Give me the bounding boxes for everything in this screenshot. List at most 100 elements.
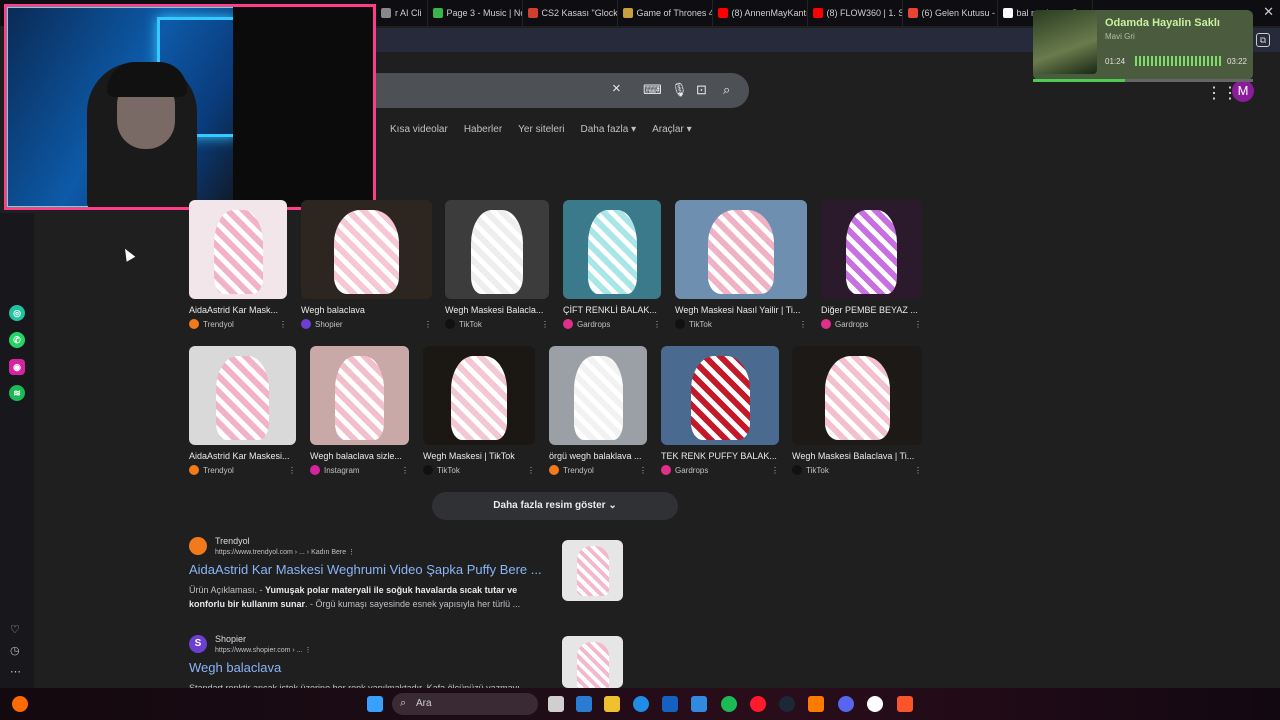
opera-icon[interactable] [750,696,766,712]
more-vert-icon[interactable]: ⋮ [288,466,296,475]
extension-icon[interactable]: ⧉ [1256,33,1270,47]
result-thumbnail[interactable] [562,540,623,601]
image-result[interactable]: TEK RENK PUFFY BALAK... Gardrops ⋮ [661,346,779,475]
image-result[interactable]: ÇİFT RENKLİ BALAK... Gardrops ⋮ [563,200,661,329]
search-icon[interactable]: ⌕ [723,82,730,98]
filter-short-videos[interactable]: Kısa videolar [390,124,448,135]
result-url[interactable]: https://www.shopier.com › ... ⋮ [215,646,311,654]
browser-tab[interactable]: (6) Gelen Kutusu - [903,0,998,26]
image-thumbnail[interactable] [549,346,647,445]
more-vert-icon[interactable]: ⋮ [541,320,549,329]
lens-icon[interactable]: ⊡ [696,82,707,98]
image-title[interactable]: Wegh Maskesi Balacla... [445,305,549,315]
app-icon[interactable] [867,696,883,712]
more-vert-icon[interactable]: ⋮ [424,320,432,329]
history-icon[interactable]: ◷ [10,644,20,657]
search-input[interactable]: × ⌨ 🎙 ⊡ ⌕ [376,73,749,108]
more-vert-icon[interactable]: ⋮ [401,466,409,475]
image-title[interactable]: Diğer PEMBE BEYAZ ... [821,305,922,315]
image-thumbnail[interactable] [675,200,807,299]
image-result[interactable]: AidaAstrid Kar Maskesi... Trendyol ⋮ [189,346,296,475]
image-result[interactable]: örgü wegh balaklava ... Trendyol ⋮ [549,346,647,475]
more-vert-icon[interactable]: ⋮ [771,466,779,475]
browser-tab[interactable]: (8) AnnenMayKantı [713,0,808,26]
more-vert-icon[interactable]: ⋮ [639,466,647,475]
image-result[interactable]: AidaAstrid Kar Mask... Trendyol ⋮ [189,200,287,329]
more-vert-icon[interactable]: ⋮ [653,320,661,329]
image-source: Trendyol ⋮ [189,319,287,329]
store-icon[interactable] [662,696,678,712]
image-thumbnail[interactable] [792,346,922,445]
image-thumbnail[interactable] [301,200,432,299]
image-title[interactable]: Wegh Maskesi | TikTok [423,451,535,461]
image-title[interactable]: AidaAstrid Kar Mask... [189,305,287,315]
image-title[interactable]: Wegh Maskesi Balaclava | Ti... [792,451,922,461]
image-title[interactable]: Wegh balaclava sizle... [310,451,409,461]
widgets-icon[interactable] [576,696,592,712]
result-url[interactable]: https://www.trendyol.com › ... › Kadın B… [215,548,355,556]
image-thumbnail[interactable] [445,200,549,299]
more-vert-icon[interactable]: ⋮ [914,466,922,475]
brave-icon[interactable] [897,696,913,712]
image-result[interactable]: Diğer PEMBE BEYAZ ... Gardrops ⋮ [821,200,922,329]
result-thumbnail[interactable] [562,636,623,688]
browser-tab[interactable]: CS2 Kasası "Glock- [523,0,618,26]
image-thumbnail[interactable] [821,200,922,299]
image-result[interactable]: Wegh balaclava Shopier ⋮ [301,200,432,329]
image-thumbnail[interactable] [563,200,661,299]
more-images-button[interactable]: Daha fazla resim göster ⌄ [432,492,678,520]
browser-tab[interactable]: r AI Cli [376,0,428,26]
image-result[interactable]: Wegh Maskesi | TikTok TikTok ⋮ [423,346,535,475]
image-title[interactable]: AidaAstrid Kar Maskesi... [189,451,296,461]
result-title[interactable]: AidaAstrid Kar Maskesi Weghrumi Video Şa… [189,562,542,577]
image-title[interactable]: TEK RENK PUFFY BALAK... [661,451,779,461]
more-vert-icon[interactable]: ⋮ [799,320,807,329]
whatsapp-icon[interactable]: ✆ [9,332,25,348]
instagram-icon[interactable]: ◉ [9,359,25,375]
more-vert-icon[interactable]: ⋮ [527,466,535,475]
image-thumbnail[interactable] [189,346,296,445]
filter-more[interactable]: Daha fazla ▾ [581,124,637,135]
close-window-icon[interactable]: ✕ [1263,4,1274,20]
task-view-icon[interactable] [548,696,564,712]
spotify-icon[interactable]: ≋ [9,385,25,401]
more-icon[interactable]: ⋯ [10,665,21,678]
image-result[interactable]: Wegh Maskesi Balacla... TikTok ⋮ [445,200,549,329]
browser-tab[interactable]: (8) FLOW360 | 1. S [808,0,903,26]
clear-search-icon[interactable]: × [612,80,621,97]
browser-tab[interactable]: Page 3 - Music | No [428,0,523,26]
image-title[interactable]: ÇİFT RENKLİ BALAK... [563,305,661,315]
more-vert-icon[interactable]: ⋮ [914,320,922,329]
file-explorer-icon[interactable] [604,696,620,712]
microphone-icon[interactable]: 🎙 [671,82,688,98]
filter-news[interactable]: Haberler [464,124,502,135]
image-thumbnail[interactable] [661,346,779,445]
image-result[interactable]: Wegh Maskesi Nasıl Yailir | Ti... TikTok ⋮ [675,200,807,329]
image-thumbnail[interactable] [310,346,409,445]
edge-icon[interactable] [633,696,649,712]
discord-icon[interactable] [838,696,854,712]
weather-icon[interactable] [12,696,28,712]
filter-tools[interactable]: Araçlar ▾ [652,124,691,135]
image-title[interactable]: örgü wegh balaklava ... [549,451,647,461]
taskbar-search[interactable]: ⌕ Ara [392,693,538,715]
filter-places[interactable]: Yer siteleri [518,124,564,135]
image-result[interactable]: Wegh Maskesi Balaclava | Ti... TikTok ⋮ [792,346,922,475]
image-thumbnail[interactable] [189,200,287,299]
image-result[interactable]: Wegh balaclava sizle... Instagram ⋮ [310,346,409,475]
steam-icon[interactable] [779,696,795,712]
browser-tab[interactable]: Game of Thrones 4 [618,0,713,26]
keyboard-icon[interactable]: ⌨ [643,82,662,98]
image-title[interactable]: Wegh balaclava [301,305,432,315]
outlook-icon[interactable] [691,696,707,712]
more-vert-icon[interactable]: ⋮ [279,320,287,329]
app-icon[interactable] [808,696,824,712]
chatgpt-icon[interactable]: ◎ [9,305,25,321]
avatar[interactable]: M [1232,80,1254,102]
image-thumbnail[interactable] [423,346,535,445]
result-title[interactable]: Wegh balaclava [189,660,281,675]
windows-start-icon[interactable] [367,696,383,712]
heart-icon[interactable]: ♡ [10,623,20,636]
spotify-taskbar-icon[interactable] [721,696,737,712]
image-title[interactable]: Wegh Maskesi Nasıl Yailir | Ti... [675,305,807,315]
